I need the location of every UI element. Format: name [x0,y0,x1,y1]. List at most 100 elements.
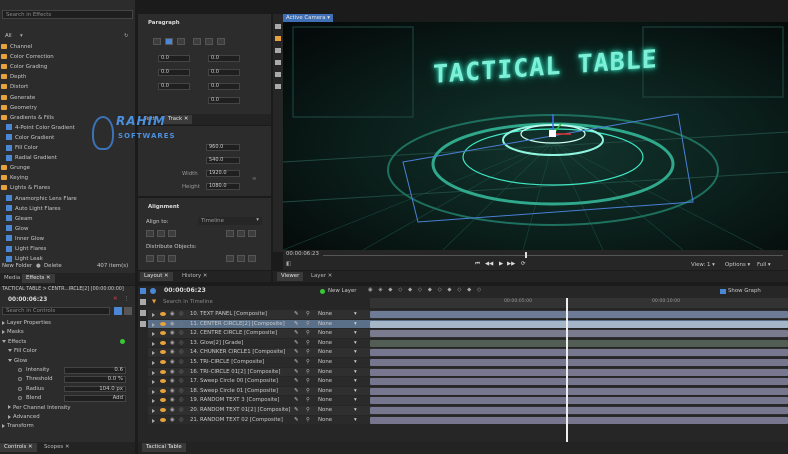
audio-icon[interactable]: ◎ [179,387,184,396]
blend-mode-dropdown[interactable]: None [318,368,332,377]
expand-arrow-icon[interactable] [152,361,155,365]
tab-viewer[interactable]: Viewer [277,272,304,281]
audio-icon[interactable]: ◎ [179,358,184,367]
expand-arrow-icon[interactable] [2,423,5,428]
timeline-layer-row[interactable]: ◉ ◎ 10. TEXT PANEL [Composite] ✎ ⚲ None ▾ [148,310,788,319]
pen-icon[interactable]: ✎ [294,358,299,367]
pen-tool-icon[interactable] [275,84,281,89]
timeline-playhead[interactable] [566,298,568,442]
timeline-layer-row[interactable]: ◉ ◎ 17. Sweep Circle 00 [Composite] ✎ ⚲ None ▾ [148,377,788,386]
effects-item[interactable]: Auto Light Flares [0,205,135,214]
distribute-right-button[interactable] [168,255,176,262]
layer-track-bar[interactable] [370,339,788,347]
expand-arrow-icon[interactable] [152,351,155,356]
timeline-layer-row[interactable]: ◉ ◎ 21. RANDOM TEXT 02 [Composite] ✎ ⚲ None ▾ [148,415,788,425]
time-ruler[interactable]: 00:00:05:00 00:00:10:00 [370,298,788,308]
layer-track-bar[interactable] [370,407,788,414]
justify-right-button[interactable] [217,38,225,45]
eye-icon[interactable] [160,388,166,393]
pen-icon[interactable]: ✎ [294,348,299,357]
select-tool-icon[interactable] [140,288,146,294]
align-v-center-button[interactable] [237,230,245,237]
link-icon[interactable]: ⚲ [306,348,310,357]
rotate-tool-icon[interactable] [275,60,281,65]
pen-icon[interactable]: ✎ [294,368,299,377]
eye-icon[interactable] [160,398,166,403]
distribute-v-button[interactable] [237,255,245,262]
effects-search-input[interactable]: Search in Effects [6,12,51,18]
effects-folder[interactable]: Keying [0,174,135,183]
blend-mode-dropdown[interactable]: None [318,406,332,415]
link-icon[interactable]: ⚲ [306,339,310,348]
chevron-down-icon[interactable]: ▾ [354,310,357,319]
timeline-layer-row[interactable]: ◉ ◎ 12. CENTRE CIRCLE [Composite] ✎ ⚲ None ▾ [148,329,788,338]
tab-history[interactable]: History ✕ [178,272,211,281]
chevron-down-icon[interactable]: ▾ [354,396,357,405]
step-back-icon[interactable]: ◀◀ [485,261,493,267]
controls-section[interactable]: Effects [0,338,135,347]
effects-folder[interactable]: Color Correction [0,53,135,62]
new-folder-button[interactable]: New Folder [2,262,32,271]
timeline-layer-row[interactable]: ◉ ◎ 15. TRI-CIRCLE [Composite] ✎ ⚲ None ▾ [148,358,788,367]
move-tool-icon[interactable] [275,48,281,53]
controls-section[interactable]: Fill Color [0,347,135,356]
expand-arrow-icon[interactable] [152,322,155,327]
blend-mode-dropdown[interactable]: None [318,387,332,396]
layer-track-bar[interactable] [370,359,788,366]
space-before-field[interactable]: 0.0 [208,69,240,76]
eye-icon[interactable] [160,350,166,355]
view-dropdown[interactable]: View: 1 ▾ [691,262,715,268]
visibility-icon[interactable]: ◉ [170,320,175,329]
param-value-field[interactable]: 104.0 px [64,385,126,393]
playhead-marker-icon[interactable] [525,252,527,258]
chevron-down-icon[interactable]: ▾ [354,320,357,329]
viewer-camera-tab[interactable]: Active Camera ▾ [283,14,333,22]
go-start-icon[interactable]: ⏮ [475,261,480,268]
link-icon[interactable]: ⚲ [306,368,310,377]
effects-folder[interactable]: Lights & Flares [0,184,135,193]
tab-layout[interactable]: Layout ✕ [140,272,173,281]
viewer-scrubber[interactable] [323,255,783,256]
grid-view-icon[interactable] [114,307,122,315]
marker-tool-icon[interactable] [140,321,146,327]
link-icon[interactable]: ⚲ [306,416,310,425]
eye-icon[interactable] [160,360,166,364]
visibility-icon[interactable]: ◉ [170,348,175,357]
eye-icon[interactable] [160,408,166,412]
layer-track-bar[interactable] [370,330,788,338]
keyframe-toggle-icon[interactable] [18,386,22,391]
tab-tactical-table[interactable]: Tactical Table [142,443,186,452]
keyframe-toggle-icon[interactable] [18,396,22,401]
controls-search-input[interactable]: Search in Controls [6,308,55,314]
controls-section[interactable]: Layer Properties [0,319,135,328]
param-value-field[interactable]: Add [64,395,126,402]
controls-param[interactable]: Threshold 0.0 % [0,375,135,384]
expand-arrow-icon[interactable] [8,358,12,362]
effects-item[interactable]: Glow [0,225,135,234]
effects-folder[interactable]: Depth [0,73,135,82]
blend-mode-dropdown[interactable]: None [318,358,332,367]
visibility-icon[interactable]: ◉ [170,406,175,415]
audio-icon[interactable]: ◎ [179,310,184,319]
chevron-down-icon[interactable]: ▾ [354,348,357,357]
delete-icon[interactable]: ● [36,262,41,271]
visibility-icon[interactable]: ◉ [170,368,175,377]
expand-arrow-icon[interactable] [152,380,155,385]
blend-mode-dropdown[interactable]: None [318,310,332,319]
visibility-icon[interactable]: ◉ [170,358,175,367]
keyframe-toggle-icon[interactable] [18,377,22,382]
timeline-layer-row[interactable]: ◉ ◎ 18. Sweep Circle 01 [Composite] ✎ ⚲ None ▾ [148,386,788,396]
chevron-down-icon[interactable]: ▾ [354,377,357,386]
align-to-dropdown[interactable]: Timeline ▾ [198,217,262,225]
loop-icon[interactable]: ⟳ [521,261,526,267]
blend-mode-dropdown[interactable]: None [318,416,332,425]
eye-icon[interactable] [160,340,166,345]
align-center-button[interactable] [165,38,173,45]
new-layer-button[interactable]: New Layer [328,288,357,294]
tab-scopes[interactable]: Scopes ✕ [40,443,73,452]
pen-icon[interactable]: ✎ [294,406,299,415]
controls-param[interactable]: Radius 104.0 px [0,385,135,394]
effects-filter-dropdown[interactable]: All ▾ [2,32,120,41]
eye-icon[interactable] [160,417,166,422]
delete-button[interactable]: Delete [44,262,62,271]
